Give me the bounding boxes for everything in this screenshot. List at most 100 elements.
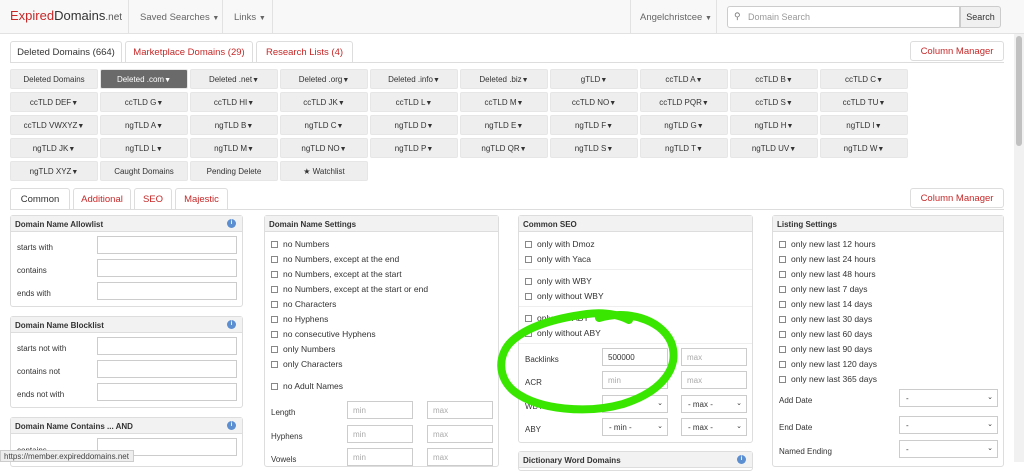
checkbox-box[interactable] [271, 241, 278, 248]
aby-min-select[interactable]: - min - ⌄ [602, 418, 668, 436]
tab-marketplace-domains[interactable]: Marketplace Domains (29) [125, 41, 253, 63]
checkbox-box[interactable] [779, 256, 786, 263]
tld-button-ngtld-xyz[interactable]: ngTLD XYZ▼ [10, 161, 98, 181]
checkbox-box[interactable] [779, 241, 786, 248]
domain-search-input[interactable]: ⚲ Domain Search [727, 6, 960, 28]
listing-checkbox-9[interactable]: only new last 365 days [779, 374, 877, 384]
listing-checkbox-7[interactable]: only new last 90 days [779, 344, 872, 354]
tld-button-ngtld-b[interactable]: ngTLD B▼ [190, 115, 278, 135]
tld-button-cctld-l[interactable]: ccTLD L▼ [370, 92, 458, 112]
checkbox-box[interactable] [779, 301, 786, 308]
listing-checkbox-3[interactable]: only new last 7 days [779, 284, 868, 294]
tld-button-cctld-g[interactable]: ccTLD G▼ [100, 92, 188, 112]
tld-button-gtld[interactable]: gTLD▼ [550, 69, 638, 89]
name-setting-checkbox-7[interactable]: only Numbers [271, 344, 335, 354]
tld-button-deleted-info[interactable]: Deleted .info▼ [370, 69, 458, 89]
tld-button-pending-delete[interactable]: Pending Delete [190, 161, 278, 181]
tab-deleted-domains[interactable]: Deleted Domains (664) [10, 41, 122, 63]
tld-button-ngtld-e[interactable]: ngTLD E▼ [460, 115, 548, 135]
checkbox-box[interactable] [271, 346, 278, 353]
tld-button-cctld-tu[interactable]: ccTLD TU▼ [820, 92, 908, 112]
no-adult-names-checkbox[interactable]: no Adult Names [271, 381, 343, 391]
tld-button-cctld-a[interactable]: ccTLD A▼ [640, 69, 728, 89]
tld-button-ngtld-s[interactable]: ngTLD S▼ [550, 138, 638, 158]
checkbox-box[interactable] [779, 286, 786, 293]
tld-button-cctld-b[interactable]: ccTLD B▼ [730, 69, 818, 89]
checkbox-box[interactable] [525, 278, 532, 285]
tld-button-ngtld-jk[interactable]: ngTLD JK▼ [10, 138, 98, 158]
tab-research-lists[interactable]: Research Lists (4) [256, 41, 353, 63]
tld-button-deleted-biz[interactable]: Deleted .biz▼ [460, 69, 548, 89]
backlinks-max-input[interactable]: max [681, 348, 747, 366]
hyphens-min-input[interactable]: min [347, 425, 413, 443]
listing-checkbox-1[interactable]: only new last 24 hours [779, 254, 876, 264]
column-manager-button[interactable]: Column Manager [910, 41, 1004, 61]
checkbox-box[interactable] [271, 256, 278, 263]
info-icon[interactable]: i [227, 421, 236, 430]
starts-not-with-input[interactable] [97, 337, 237, 355]
info-icon[interactable]: i [737, 455, 746, 464]
only-with-wby-checkbox[interactable]: only with WBY [525, 276, 592, 286]
vowels-max-input[interactable]: max [427, 448, 493, 466]
tab-additional[interactable]: Additional [73, 188, 131, 210]
scrollbar-thumb[interactable] [1016, 36, 1022, 146]
listing-checkbox-2[interactable]: only new last 48 hours [779, 269, 876, 279]
name-setting-checkbox-2[interactable]: no Numbers, except at the start [271, 269, 402, 279]
site-logo[interactable]: ExpiredDomains.net [10, 8, 122, 23]
tld-button-ngtld-w[interactable]: ngTLD W▼ [820, 138, 908, 158]
listing-checkbox-8[interactable]: only new last 120 days [779, 359, 877, 369]
ends-not-with-input[interactable] [97, 383, 237, 401]
tld-button-deleted-org[interactable]: Deleted .org▼ [280, 69, 368, 89]
checkbox-box[interactable] [271, 331, 278, 338]
tab-majestic[interactable]: Majestic [175, 188, 228, 210]
tab-seo[interactable]: SEO [134, 188, 172, 210]
listing-checkbox-5[interactable]: only new last 30 days [779, 314, 872, 324]
checkbox-box[interactable] [271, 316, 278, 323]
checkbox-box[interactable] [779, 316, 786, 323]
checkbox-box[interactable] [271, 286, 278, 293]
tld-button-ngtld-g[interactable]: ngTLD G▼ [640, 115, 728, 135]
tld-button-ngtld-c[interactable]: ngTLD C▼ [280, 115, 368, 135]
tld-button-ngtld-uv[interactable]: ngTLD UV▼ [730, 138, 818, 158]
end-date-select[interactable]: - ⌄ [899, 416, 998, 434]
name-setting-checkbox-4[interactable]: no Characters [271, 299, 336, 309]
tld-button-ngtld-m[interactable]: ngTLD M▼ [190, 138, 278, 158]
tld-button-ngtld-no[interactable]: ngTLD NO▼ [280, 138, 368, 158]
tld-button-deleted-com[interactable]: Deleted .com▼ [100, 69, 188, 89]
tld-button-cctld-c[interactable]: ccTLD C▼ [820, 69, 908, 89]
tld-button-ngtld-f[interactable]: ngTLD F▼ [550, 115, 638, 135]
tld-button-caught-domains[interactable]: Caught Domains [100, 161, 188, 181]
hyphens-max-input[interactable]: max [427, 425, 493, 443]
add-date-select[interactable]: - ⌄ [899, 389, 998, 407]
tld-button-ngtld-l[interactable]: ngTLD L▼ [100, 138, 188, 158]
tld-button-ngtld-t[interactable]: ngTLD T▼ [640, 138, 728, 158]
tld-button-cctld-def[interactable]: ccTLD DEF▼ [10, 92, 98, 112]
tld-button-ngtld-a[interactable]: ngTLD A▼ [100, 115, 188, 135]
checkbox-box[interactable] [779, 346, 786, 353]
listing-checkbox-0[interactable]: only new last 12 hours [779, 239, 876, 249]
tld-button-ngtld-p[interactable]: ngTLD P▼ [370, 138, 458, 158]
contains-input[interactable] [97, 259, 237, 277]
checkbox-box[interactable] [271, 271, 278, 278]
length-min-input[interactable]: min [347, 401, 413, 419]
length-max-input[interactable]: max [427, 401, 493, 419]
tld-button-watchlist[interactable]: ★ Watchlist [280, 161, 368, 181]
name-setting-checkbox-1[interactable]: no Numbers, except at the end [271, 254, 399, 264]
column-manager-button-2[interactable]: Column Manager [910, 188, 1004, 208]
tld-button-ngtld-h[interactable]: ngTLD H▼ [730, 115, 818, 135]
tld-button-ngtld-qr[interactable]: ngTLD QR▼ [460, 138, 548, 158]
tld-button-cctld-pqr[interactable]: ccTLD PQR▼ [640, 92, 728, 112]
checkbox-box[interactable] [525, 256, 532, 263]
only-with-yaca-checkbox[interactable]: only with Yaca [525, 254, 591, 264]
ends-with-input[interactable] [97, 282, 237, 300]
only-with-dmoz-checkbox[interactable]: only with Dmoz [525, 239, 595, 249]
tab-common[interactable]: Common [10, 188, 70, 210]
name-setting-checkbox-3[interactable]: no Numbers, except at the start or end [271, 284, 428, 294]
links-menu[interactable]: Links ▼ [234, 12, 266, 23]
name-setting-checkbox-5[interactable]: no Hyphens [271, 314, 328, 324]
acr-max-input[interactable]: max [681, 371, 747, 389]
checkbox-box[interactable] [271, 361, 278, 368]
checkbox-box[interactable] [271, 383, 278, 390]
info-icon[interactable]: i [227, 219, 236, 228]
aby-max-select[interactable]: - max - ⌄ [681, 418, 747, 436]
